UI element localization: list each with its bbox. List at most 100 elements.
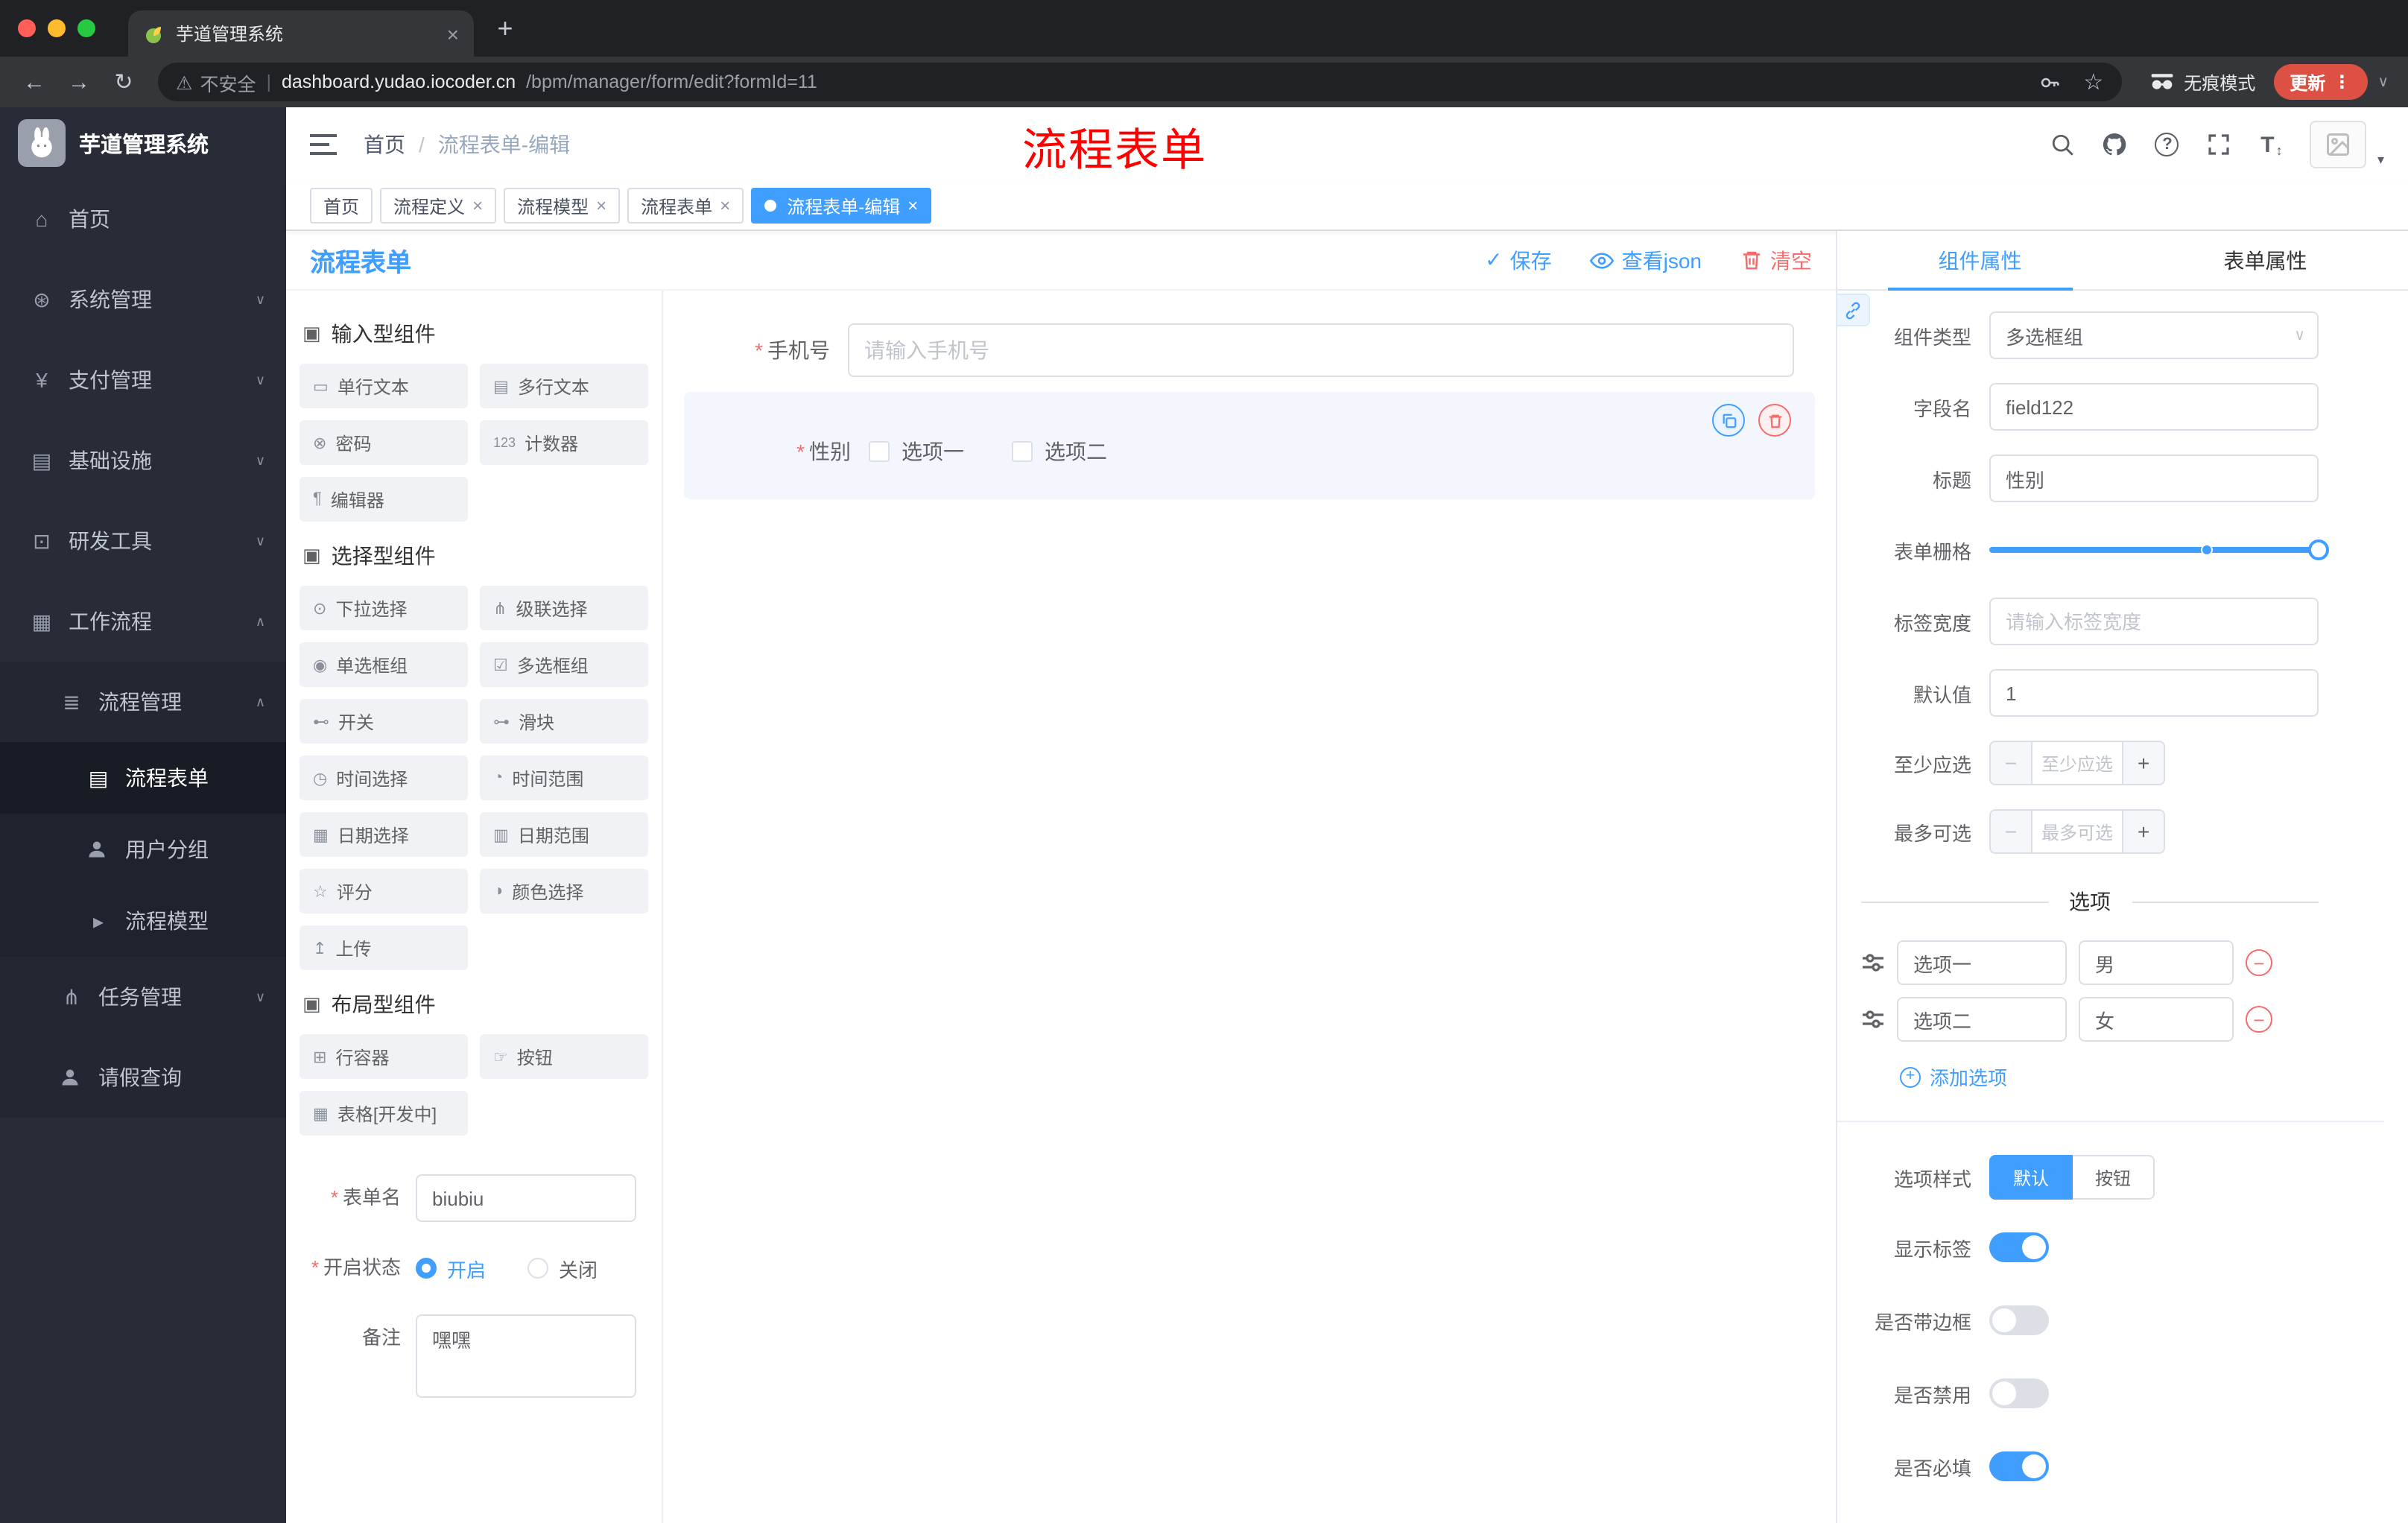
sidebar-item-system[interactable]: ⊛ 系统管理 ∨ [0, 259, 286, 340]
close-icon[interactable]: × [472, 195, 483, 216]
browser-tab[interactable]: 芋道管理系统 × [128, 10, 474, 57]
palette-item-date-picker[interactable]: ▦ 日期选择 [300, 812, 468, 857]
back-icon[interactable]: ← [15, 63, 54, 101]
clear-button[interactable]: 清空 [1740, 245, 1812, 275]
palette-item-row-container[interactable]: ⊞ 行容器 [300, 1034, 468, 1079]
view-json-button[interactable]: 查看json [1590, 245, 1702, 275]
palette-item-switch[interactable]: ⊷ 开关 [300, 699, 468, 744]
gender-field-selected[interactable]: 性别 选项一 选项二 [684, 392, 1815, 499]
tab-close-icon[interactable]: × [447, 22, 459, 45]
palette-item-slider[interactable]: ⊶ 滑块 [480, 699, 648, 744]
title-input[interactable] [1989, 455, 2319, 502]
slider-handle[interactable] [2308, 539, 2329, 560]
style-button-button[interactable]: 按钮 [2073, 1155, 2155, 1200]
collapse-menu-icon[interactable] [310, 134, 337, 155]
fullscreen-icon[interactable] [2206, 131, 2233, 158]
window-zoom-button[interactable] [77, 19, 95, 37]
with-border-toggle[interactable] [1989, 1305, 2049, 1335]
remark-textarea[interactable]: 嘿嘿 [416, 1314, 636, 1398]
palette-item-rate[interactable]: ☆ 评分 [300, 869, 468, 914]
reload-icon[interactable]: ↻ [104, 63, 143, 101]
checkbox[interactable] [869, 441, 890, 462]
sidebar-item-process-model[interactable]: ▸ 流程模型 [0, 885, 286, 957]
palette-item-button[interactable]: ☞ 按钮 [480, 1034, 648, 1079]
form-name-input[interactable] [416, 1174, 636, 1222]
tab-component-props[interactable]: 组件属性 [1837, 231, 2123, 289]
sidebar-item-process-form[interactable]: ▤ 流程表单 [0, 742, 286, 814]
palette-item-color-picker[interactable]: ◑ 颜色选择 [480, 869, 648, 914]
palette-item-time-range[interactable]: ◔ 时间范围 [480, 756, 648, 800]
font-size-icon[interactable]: T ↕ [2258, 131, 2285, 158]
new-tab-button[interactable]: + [483, 6, 527, 51]
sidebar-item-process-mgmt[interactable]: ≣ 流程管理 ∧ [0, 662, 286, 742]
grid-slider[interactable] [1989, 526, 2329, 574]
sidebar-item-home[interactable]: ⌂ 首页 [0, 179, 286, 259]
toolbar-chevron-icon[interactable]: ∨ [2373, 74, 2393, 90]
github-icon[interactable] [2102, 131, 2129, 158]
required-toggle[interactable] [1989, 1451, 2049, 1481]
remove-option-icon[interactable]: − [2246, 949, 2272, 976]
phone-input[interactable] [848, 323, 1794, 377]
tag-home[interactable]: 首页 [310, 188, 373, 224]
option-value-input[interactable] [2079, 940, 2234, 985]
form-canvas[interactable]: 手机号 [663, 291, 1836, 1523]
palette-item-password[interactable]: ⊗ 密码 [300, 420, 468, 465]
option-value-input[interactable] [2079, 997, 2234, 1042]
window-close-button[interactable] [18, 19, 36, 37]
browser-update-button[interactable]: 更新 ⋮ [2273, 64, 2368, 100]
palette-item-date-range[interactable]: ▥ 日期范围 [480, 812, 648, 857]
min-select-value[interactable]: 至少应选 [2032, 742, 2122, 784]
palette-item-counter[interactable]: 123 计数器 [480, 420, 648, 465]
sidebar-item-workflow[interactable]: ▦ 工作流程 ∧ [0, 581, 286, 662]
style-default-button[interactable]: 默认 [1989, 1155, 2073, 1200]
close-icon[interactable]: × [720, 195, 730, 216]
palette-item-editor[interactable]: ¶ 编辑器 [300, 477, 468, 522]
search-icon[interactable] [2050, 131, 2076, 158]
increase-button[interactable]: + [2122, 811, 2164, 852]
tag-process-form-edit[interactable]: 流程表单-编辑 × [751, 188, 932, 224]
gender-option-2[interactable]: 选项二 [1012, 437, 1107, 466]
sidebar-item-payment[interactable]: ¥ 支付管理 ∨ [0, 340, 286, 420]
phone-field[interactable]: 手机号 [684, 323, 1815, 377]
security-indicator[interactable]: ⚠ 不安全 [176, 68, 256, 96]
palette-item-select[interactable]: ⊙ 下拉选择 [300, 586, 468, 630]
decrease-button[interactable]: − [1991, 811, 2032, 852]
disabled-toggle[interactable] [1989, 1378, 2049, 1408]
sidebar-item-infrastructure[interactable]: ▤ 基础设施 ∨ [0, 420, 286, 501]
app-logo[interactable]: 芋道管理系统 [0, 107, 286, 179]
window-minimize-button[interactable] [48, 19, 66, 37]
max-select-value[interactable]: 最多可选 [2032, 811, 2122, 852]
option-name-input[interactable] [1897, 940, 2067, 985]
field-name-input[interactable] [1989, 383, 2319, 431]
option-name-input[interactable] [1897, 997, 2067, 1042]
show-label-toggle[interactable] [1989, 1232, 2049, 1262]
palette-item-cascader[interactable]: ⋔ 级联选择 [480, 586, 648, 630]
tag-process-form[interactable]: 流程表单 × [627, 188, 744, 224]
sidebar-item-task-mgmt[interactable]: ⋔ 任务管理 ∨ [0, 957, 286, 1037]
save-button[interactable]: ✓ 保存 [1485, 245, 1551, 275]
label-width-input[interactable] [1989, 598, 2319, 645]
palette-item-radio-group[interactable]: ◉ 单选框组 [300, 642, 468, 687]
link-icon[interactable] [1837, 294, 1870, 326]
breadcrumb-home[interactable]: 首页 [364, 130, 405, 159]
status-off-radio[interactable]: 关闭 [527, 1254, 598, 1282]
tag-process-model[interactable]: 流程模型 × [504, 188, 621, 224]
delete-widget-button[interactable] [1758, 404, 1791, 437]
gender-field[interactable]: 性别 选项一 选项二 [705, 437, 1794, 466]
copy-widget-button[interactable] [1712, 404, 1745, 437]
status-on-radio[interactable]: 开启 [416, 1254, 486, 1282]
avatar-caret-icon[interactable]: ▾ [2377, 152, 2384, 168]
sidebar-item-user-group[interactable]: 用户分组 [0, 814, 286, 885]
address-bar[interactable]: ⚠ 不安全 | dashboard.yudao.iocoder.cn/bpm/m… [158, 63, 2122, 101]
remove-option-icon[interactable]: − [2246, 1006, 2272, 1033]
user-avatar[interactable] [2310, 121, 2367, 168]
close-icon[interactable]: × [907, 195, 918, 216]
palette-item-multi-text[interactable]: ▤ 多行文本 [480, 364, 648, 408]
sidebar-item-leave-query[interactable]: 请假查询 [0, 1037, 286, 1118]
decrease-button[interactable]: − [1991, 742, 2032, 784]
palette-item-checkbox-group[interactable]: ☑ 多选框组 [480, 642, 648, 687]
palette-item-time-picker[interactable]: ◷ 时间选择 [300, 756, 468, 800]
default-value-input[interactable] [1989, 669, 2319, 717]
checkbox[interactable] [1012, 441, 1033, 462]
palette-item-table[interactable]: ▦ 表格[开发中] [300, 1091, 468, 1136]
